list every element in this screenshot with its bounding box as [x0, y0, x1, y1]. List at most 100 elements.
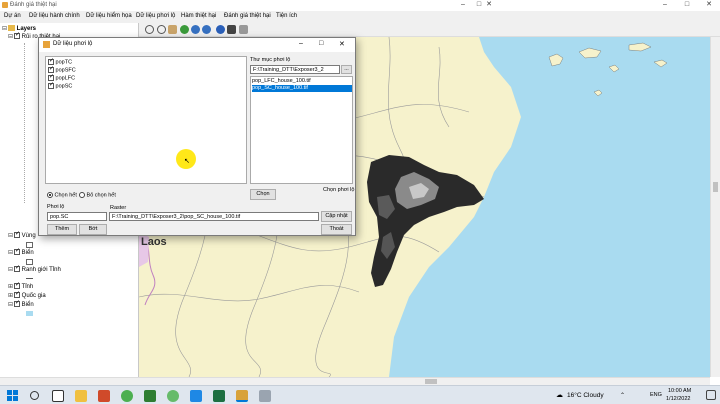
layer-label: Quốc gia [21, 293, 46, 299]
excel-icon[interactable] [213, 390, 225, 402]
dialog-close-icon[interactable]: ✕ [339, 40, 345, 48]
layer-checkbox[interactable] [14, 290, 20, 299]
task-view-icon[interactable] [52, 390, 64, 402]
file-explorer-icon[interactable] [75, 390, 87, 402]
exposure-dialog: Dữ liệu phơi lộ – □ ✕ popTC popSFC popLF… [38, 37, 356, 236]
layer-province[interactable]: ⊞ Tỉnh [8, 281, 33, 292]
menu-item-hazard-data[interactable]: Dữ liệu hiểm họa [86, 13, 132, 19]
folder-path-input[interactable]: F:\Training_DTT\Exposer3_2 [250, 65, 340, 74]
close-icon[interactable]: ✕ [702, 0, 716, 11]
zoom-out-icon[interactable] [157, 25, 166, 34]
measure-icon[interactable] [239, 25, 248, 34]
language-indicator[interactable]: ENG [650, 392, 662, 398]
app-icon-3[interactable] [167, 390, 179, 402]
file-list-item-selected[interactable]: pop_SC_house_100.tif [252, 85, 352, 92]
window-titlebar: Đánh giá thiệt hại – □ ✕ – □ ✕ [0, 0, 720, 11]
restore-icon[interactable]: □ [680, 0, 694, 11]
dialog-title: Dữ liệu phơi lộ [53, 41, 93, 47]
tree-guide [24, 43, 34, 203]
clock-time[interactable]: 10:00 AM [668, 388, 691, 394]
dialog-titlebar: Dữ liệu phơi lộ – □ ✕ [39, 38, 355, 52]
toc-scrollbar[interactable] [0, 377, 139, 385]
layer-province-boundary[interactable]: ⊟ Ranh giới Tỉnh [8, 264, 61, 275]
dialog-maximize-icon[interactable]: □ [319, 40, 323, 47]
menu-item-utilities[interactable]: Tiện ích [276, 13, 297, 19]
minimize-icon[interactable]: – [456, 0, 470, 11]
radio-label: Bỏ chọn hết [86, 192, 116, 199]
app-icon-5[interactable] [259, 390, 271, 402]
list-item-label: popLFC [55, 75, 76, 82]
layer-checkbox[interactable] [14, 299, 20, 308]
choose-button[interactable]: Chọn [250, 189, 276, 200]
map-vertical-scrollbar[interactable] [710, 37, 720, 377]
pan-icon[interactable] [168, 25, 177, 34]
layer-checkbox[interactable] [14, 281, 20, 290]
app-icon-2[interactable] [144, 390, 156, 402]
exit-button[interactable]: Thoát [321, 224, 352, 235]
layer-label: Vùng [21, 233, 36, 239]
close-icon[interactable]: ✕ [482, 0, 496, 11]
notification-icon[interactable] [706, 390, 716, 400]
active-app-icon[interactable] [236, 390, 248, 402]
select-all-radio[interactable]: Chọn hết [47, 192, 77, 198]
weather-icon[interactable]: ☁ [556, 391, 563, 399]
legend-line [26, 278, 33, 279]
zoom-in-icon[interactable] [145, 25, 154, 34]
back-icon[interactable] [191, 25, 200, 34]
item-checkbox[interactable] [48, 81, 54, 89]
layer-checkbox[interactable] [14, 264, 20, 273]
mouse-cursor-icon: ↖ [184, 158, 190, 165]
radio-label: Chọn hết [54, 192, 77, 199]
add-button[interactable]: Thêm [47, 224, 77, 235]
info-icon[interactable] [216, 25, 225, 34]
tray-chevron-icon[interactable]: ⌃ [620, 392, 625, 399]
remove-button[interactable]: Bớt [79, 224, 107, 235]
menu-item-administrative-data[interactable]: Dữ liệu hành chính [29, 13, 80, 19]
chrome-icon[interactable] [121, 390, 133, 402]
layer-country[interactable]: ⊞ Quốc gia [8, 290, 46, 301]
binoculars-icon[interactable] [227, 25, 236, 34]
list-item[interactable]: popSC [48, 81, 72, 89]
forward-icon[interactable] [202, 25, 211, 34]
layer-sea-1[interactable]: ⊟ Biển [8, 247, 34, 258]
menu-item-damage-assessment[interactable]: Đánh giá thiệt hại [224, 13, 271, 19]
menu-item-damage-function[interactable]: Hàm thiệt hại [181, 13, 216, 19]
exposure-layer-list: popTC popSFC popLFC popSC ↖ [45, 56, 247, 184]
menu-bar: Dự án Dữ liệu hành chính Dữ liệu hiểm họ… [0, 11, 720, 23]
menu-item-exposure-data[interactable]: Dữ liệu phơi lộ [136, 13, 175, 19]
layers-folder-icon [8, 25, 15, 32]
exposure-name-input[interactable]: pop.SC [47, 212, 107, 221]
window-title: Đánh giá thiệt hại [10, 2, 57, 8]
menu-item-du-an[interactable]: Dự án [4, 13, 21, 19]
weather-text[interactable]: 16°C Cloudy [567, 392, 604, 399]
full-extent-icon[interactable] [180, 25, 189, 34]
layer-label: Ranh giới Tỉnh [21, 267, 61, 273]
layer-checkbox[interactable] [14, 230, 20, 239]
radio-dot[interactable] [47, 192, 53, 198]
layer-checkbox[interactable] [14, 247, 20, 256]
scroll-thumb[interactable] [713, 182, 718, 192]
start-icon[interactable] [7, 390, 19, 402]
app-icon-4[interactable] [190, 390, 202, 402]
clock-date[interactable]: 1/12/2022 [666, 396, 690, 402]
map-horizontal-scrollbar[interactable] [139, 377, 710, 385]
update-button[interactable]: Cập nhật [321, 211, 352, 222]
minimize-icon[interactable]: – [658, 0, 672, 11]
file-list-item[interactable]: pop_LFC_house_100.tif [252, 78, 352, 85]
deselect-all-radio[interactable]: Bỏ chọn hết [79, 192, 116, 198]
browse-button[interactable]: ... [341, 65, 352, 74]
app-icon [2, 2, 8, 8]
list-item-label: popTC [55, 59, 73, 66]
search-icon[interactable] [30, 391, 39, 400]
raster-path-input[interactable]: F:\Training_DTT\Exposer3_2\pop_SC_house_… [109, 212, 319, 221]
dialog-app-icon [43, 41, 50, 48]
scroll-thumb[interactable] [425, 379, 437, 384]
layer-sea-2[interactable]: ⊟ Biển [8, 299, 34, 310]
radio-dot[interactable] [79, 192, 85, 198]
app-icon-1[interactable] [98, 390, 110, 402]
layer-checkbox[interactable] [14, 31, 20, 40]
choose-caption: Chọn phơi lộ [323, 187, 355, 193]
dialog-minimize-icon[interactable]: – [299, 40, 303, 47]
layer-zone[interactable]: ⊟ Vùng [8, 230, 36, 241]
folder-label: Thư mục phơi lộ [250, 57, 291, 63]
